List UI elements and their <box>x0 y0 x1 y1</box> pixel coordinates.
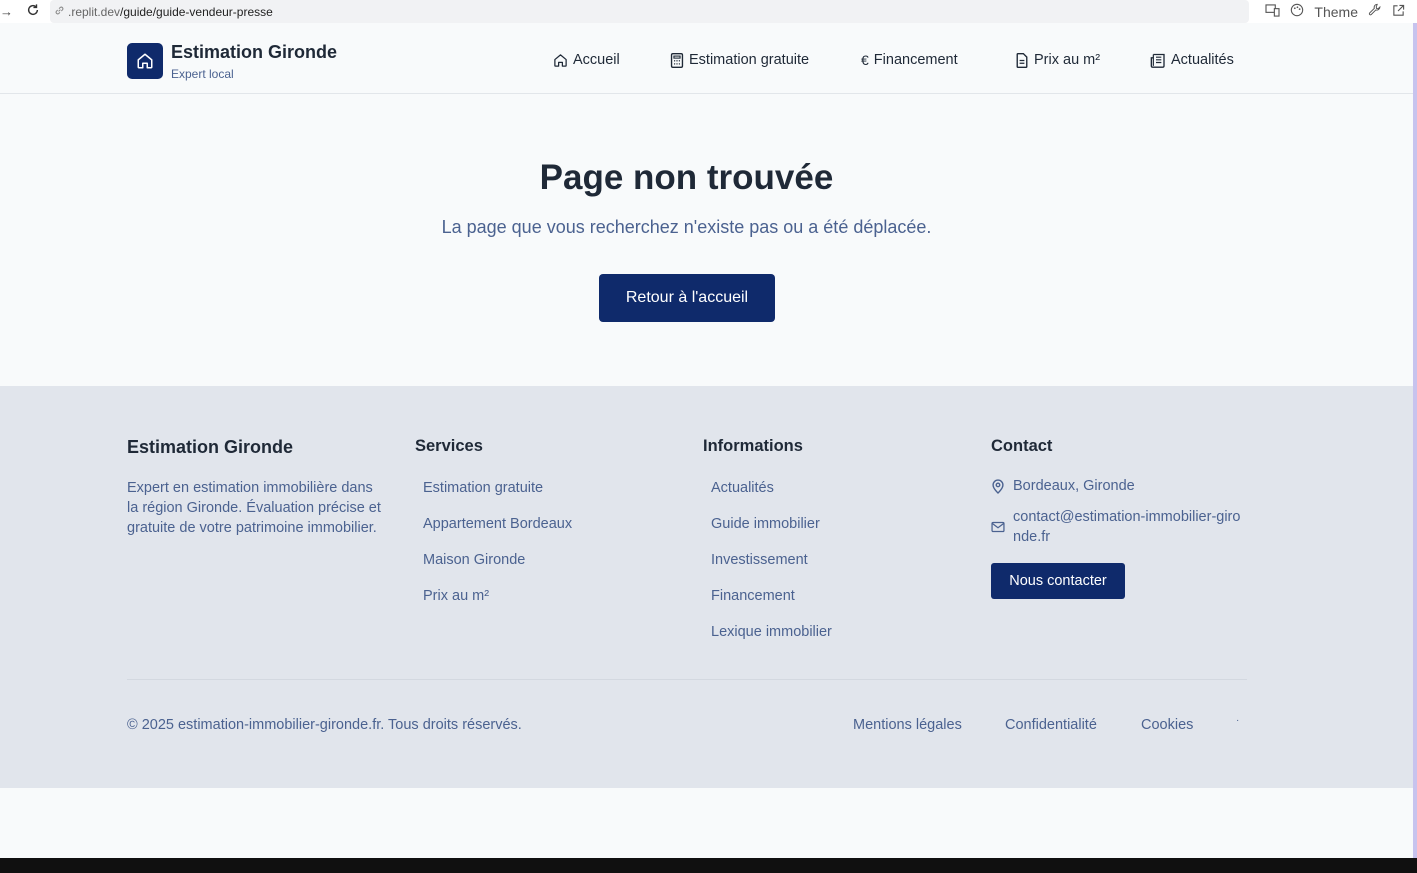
nav-item-accueil[interactable]: Accueil <box>553 52 620 68</box>
reload-icon[interactable] <box>26 3 44 21</box>
url-path: /guide/guide-vendeur-presse <box>120 4 273 19</box>
theme-button[interactable]: Theme <box>1314 4 1358 20</box>
link-icon <box>54 5 68 19</box>
nav-item-label: Accueil <box>573 52 620 68</box>
nav-item-label: Estimation gratuite <box>689 52 810 68</box>
nav-item-prix[interactable]: Prix au m² <box>1015 52 1100 68</box>
site-header: Estimation Gironde Expert local Accueil … <box>0 23 1413 94</box>
nav-item-estimation[interactable]: Estimation gratuite <box>670 52 809 68</box>
legal-separator: · <box>1236 715 1240 726</box>
main-nav: Accueil Estimation gratuite € Financemen… <box>0 52 1413 72</box>
nav-item-financement[interactable]: € Financement <box>861 52 958 68</box>
mail-icon <box>991 521 1005 533</box>
footer-link-financement[interactable]: Financement <box>711 588 795 604</box>
footer-brand-description: Expert en estimation immobilière dans la… <box>127 480 381 536</box>
page-bottom-space <box>0 788 1413 858</box>
devices-icon[interactable] <box>1265 3 1280 20</box>
main-content: Page non trouvée La page que vous recher… <box>0 94 1413 386</box>
euro-icon: € <box>861 52 869 68</box>
os-taskbar <box>0 858 1417 873</box>
page-title: Page non trouvée <box>539 158 834 197</box>
footer-link-appartement[interactable]: Appartement Bordeaux <box>423 516 572 532</box>
nav-item-label: Prix au m² <box>1034 52 1101 68</box>
contact-email[interactable]: contact@estimation-immobilier-gironde.fr <box>991 507 1241 547</box>
footer-link-investissement[interactable]: Investissement <box>711 552 808 568</box>
footer-heading-services: Services <box>415 437 483 455</box>
browser-toolbar: → .replit.dev/guide/guide-vendeur-presse… <box>0 0 1417 23</box>
wrench-icon[interactable] <box>1368 3 1382 20</box>
home-icon <box>554 53 567 67</box>
back-home-button[interactable]: Retour à l'accueil <box>599 274 775 322</box>
contact-button[interactable]: Nous contacter <box>991 563 1125 599</box>
footer-divider <box>127 679 1247 680</box>
footer-link-estimation[interactable]: Estimation gratuite <box>423 480 543 496</box>
legal-link-confidentialite[interactable]: Confidentialité <box>1005 717 1097 733</box>
footer-heading-informations: Informations <box>703 437 803 455</box>
document-icon <box>1016 52 1028 68</box>
nav-item-label: Actualités <box>1171 52 1234 68</box>
nav-item-actualites[interactable]: Actualités <box>1150 52 1234 68</box>
newspaper-icon <box>1150 53 1165 68</box>
external-link-icon[interactable] <box>1392 4 1405 20</box>
palette-icon[interactable] <box>1290 3 1304 20</box>
footer-link-prix[interactable]: Prix au m² <box>423 588 489 604</box>
footer-link-guide[interactable]: Guide immobilier <box>711 516 820 532</box>
map-pin-icon <box>992 479 1004 494</box>
url-host: .replit.dev <box>68 4 121 19</box>
footer-brand-title: Estimation Gironde <box>127 437 294 457</box>
contact-email-text[interactable]: contact@estimation-immobilier-gironde.fr <box>1013 507 1241 547</box>
footer-link-lexique[interactable]: Lexique immobilier <box>711 624 832 640</box>
forward-arrow-icon[interactable]: → <box>0 4 13 19</box>
site-footer: Estimation Gironde Expert en estimation … <box>0 386 1413 788</box>
window-edge <box>1413 23 1417 858</box>
footer-heading-contact: Contact <box>991 437 1053 455</box>
address-bar[interactable]: .replit.dev/guide/guide-vendeur-presse <box>50 0 1249 23</box>
contact-location-text: Bordeaux, Gironde <box>1013 478 1135 494</box>
legal-link-mentions[interactable]: Mentions légales <box>853 717 962 733</box>
contact-location: Bordeaux, Gironde <box>991 476 1135 496</box>
calculator-icon <box>670 52 684 68</box>
copyright: © 2025 estimation-immobilier-gironde.fr.… <box>127 717 522 733</box>
footer-link-actualites[interactable]: Actualités <box>711 480 774 496</box>
nav-item-label: Financement <box>873 52 958 68</box>
footer-link-maison[interactable]: Maison Gironde <box>423 552 525 568</box>
page-description: La page que vous recherchez n'existe pas… <box>441 217 932 237</box>
legal-link-cookies[interactable]: Cookies <box>1141 717 1193 733</box>
